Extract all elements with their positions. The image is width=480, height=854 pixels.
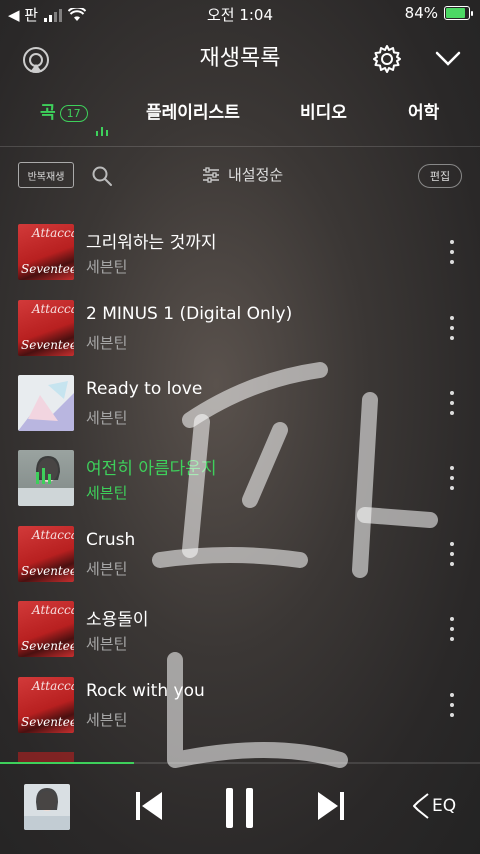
sort-icon [203,166,219,183]
page-title: 재생목록 [199,46,281,71]
song-row[interactable]: AttaccaSeventeen Rock with you 세븐틴 [0,677,480,753]
more-options-icon[interactable] [450,240,456,264]
playing-eq-icon [96,126,108,136]
status-bar: ◀ 판 오전 1:04 84% [0,0,480,28]
battery-percent: 84% [404,4,438,22]
tab-language[interactable]: 어학 [408,98,439,123]
tab-songs[interactable]: 곡 17 [40,98,108,136]
song-artist: 세븐틴 [86,258,128,276]
song-row[interactable]: AttaccaSeventeen Crush 세븐틴 [0,526,480,602]
now-playing-art[interactable] [24,784,70,830]
song-artist: 세븐틴 [86,484,128,502]
sort-label: 내설정순 [228,166,284,184]
progress-bar[interactable] [0,762,480,764]
tab-bar: 곡 17 플레이리스트 비디오 어학 [0,98,480,136]
sort-button[interactable]: 내설정순 [202,164,283,185]
chevron-down-icon[interactable] [434,44,462,72]
next-icon[interactable] [314,786,346,826]
song-title: Ready to love [86,379,203,399]
song-artist: 세븐틴 [86,711,128,729]
album-art: AttaccaSeventeen [18,526,74,582]
song-row[interactable]: AttaccaSeventeen 소용돌이 세븐틴 [0,601,480,677]
search-icon[interactable] [90,164,114,188]
previous-icon[interactable] [134,786,166,826]
song-title: 여전히 아름다운지 [86,459,217,479]
pause-icon[interactable] [220,786,260,830]
song-artist: 세븐틴 [86,409,128,427]
album-art [18,375,74,431]
repeat-button[interactable]: 반복재생 [18,162,74,188]
song-title: Crush [86,530,136,550]
song-title: 2 MINUS 1 (Digital Only) [86,304,293,324]
song-row-playing[interactable]: 여전히 아름다운지 세븐틴 [0,450,480,526]
more-options-icon[interactable] [450,391,456,415]
tab-songs-label: 곡 [40,103,56,123]
progress-fill [0,762,135,764]
tab-video[interactable]: 비디오 [300,98,347,123]
album-art-partial [18,752,74,762]
more-options-icon[interactable] [450,542,456,566]
more-options-icon[interactable] [450,466,456,490]
eq-label: EQ [432,796,457,816]
song-artist: 세븐틴 [86,635,128,653]
battery-icon [444,6,473,20]
album-art: AttaccaSeventeen [18,601,74,657]
album-art: AttaccaSeventeen [18,300,74,356]
album-art: AttaccaSeventeen [18,224,74,280]
song-count-badge: 17 [59,104,88,122]
more-options-icon[interactable] [450,316,456,340]
tab-playlist[interactable]: 플레이리스트 [146,98,240,123]
song-artist: 세븐틴 [86,334,128,352]
song-artist: 세븐틴 [86,560,128,578]
song-row[interactable]: AttaccaSeventeen 그리워하는 것까지 세븐틴 [0,224,480,300]
eq-button[interactable]: EQ [412,792,456,820]
album-art: AttaccaSeventeen [18,677,74,733]
more-options-icon[interactable] [450,617,456,641]
tab-divider [0,146,480,147]
edit-button[interactable]: 편집 [418,164,462,188]
more-options-icon[interactable] [450,693,456,717]
song-title: 그리워하는 것까지 [86,233,217,253]
speaker-icon [413,793,429,819]
song-title: 소용돌이 [86,610,149,630]
song-title: Rock with you [86,681,205,701]
song-row[interactable]: AttaccaSeventeen 2 MINUS 1 (Digital Only… [0,300,480,376]
album-art [18,450,74,506]
gear-icon[interactable] [372,44,402,74]
song-row[interactable]: Ready to love 세븐틴 [0,375,480,451]
